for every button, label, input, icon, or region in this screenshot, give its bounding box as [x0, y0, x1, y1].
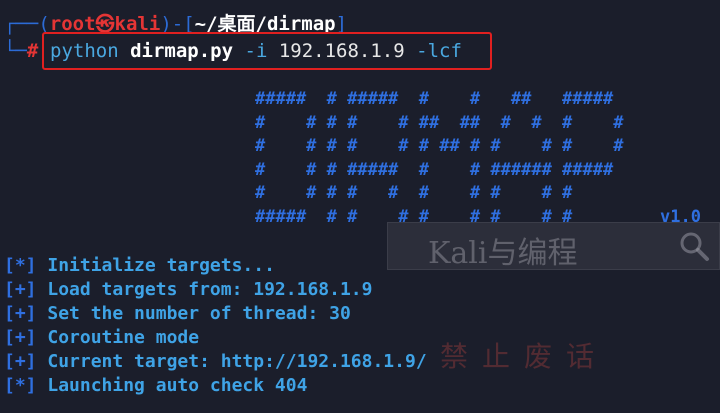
output-text: Load targets from: 192.168.1.9 — [47, 279, 373, 300]
output-line: [*] Launching auto check 404 — [4, 374, 307, 398]
search-icon — [680, 232, 709, 261]
command-target: 192.168.1.9 — [278, 40, 405, 62]
output-marker: [+] — [4, 327, 37, 348]
dirmap-banner: ##### # ##### # # ## ##### # # # # # ## … — [255, 88, 623, 229]
output-marker: [+] — [4, 351, 37, 372]
command-script: dirmap.py — [130, 40, 234, 62]
command-program: python — [50, 40, 119, 62]
watermark-search-bar: Kali与编程 — [387, 222, 720, 271]
output-line: [+] Load targets from: 192.168.1.9 — [4, 278, 372, 302]
output-line: [+] Coroutine mode — [4, 326, 199, 350]
banner-line: ##### # ##### # # ## ##### — [255, 89, 614, 109]
output-marker: [+] — [4, 303, 37, 324]
output-line: [*] Initialize targets... — [4, 254, 275, 278]
command-flag-lcf: -lcf — [416, 40, 462, 62]
prompt-input-line: └─# — [4, 37, 38, 65]
output-marker: [*] — [4, 255, 37, 276]
output-marker: [*] — [4, 375, 37, 396]
output-text: Coroutine mode — [47, 327, 200, 348]
banner-line: # # # # # # # # # # — [255, 183, 573, 203]
output-line: [+] Current target: http://192.168.1.9/ — [4, 350, 427, 374]
watermark-text: Kali与编程 — [428, 236, 578, 271]
prompt-hash: # — [26, 40, 39, 62]
banner-line: # # # # # ## ## # # # # — [255, 112, 624, 133]
output-line: [+] Set the number of thread: 30 — [4, 302, 351, 326]
output-text: Launching auto check 404 — [47, 375, 308, 396]
version-label: v1.0 — [660, 207, 701, 227]
banner-line: # # # # # # ## # # # # # — [255, 136, 624, 156]
banner-line: # # # ##### # # ###### ##### — [255, 159, 614, 180]
command-flag-i: -i — [244, 40, 268, 62]
output-text: Set the number of thread: 30 — [47, 303, 351, 324]
watermark-seal: 禁止废话 — [440, 340, 609, 373]
output-text: Initialize targets... — [47, 255, 275, 276]
command-line[interactable]: python dirmap.py -i 192.168.1.9 -lcf — [50, 37, 462, 65]
prompt-corner-bottom: └─ — [4, 40, 27, 62]
banner-line: ##### # # # # # # # # — [255, 206, 573, 227]
output-text: Current target: http://192.168.1.9/ — [47, 351, 427, 372]
output-marker: [+] — [4, 279, 37, 300]
